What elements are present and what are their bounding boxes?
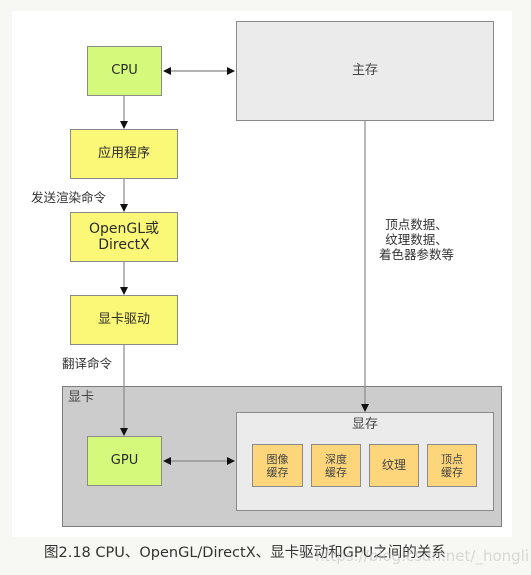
watermark: https://blog.csdn.net/_hongli xyxy=(315,547,529,565)
connectors xyxy=(120,67,369,465)
